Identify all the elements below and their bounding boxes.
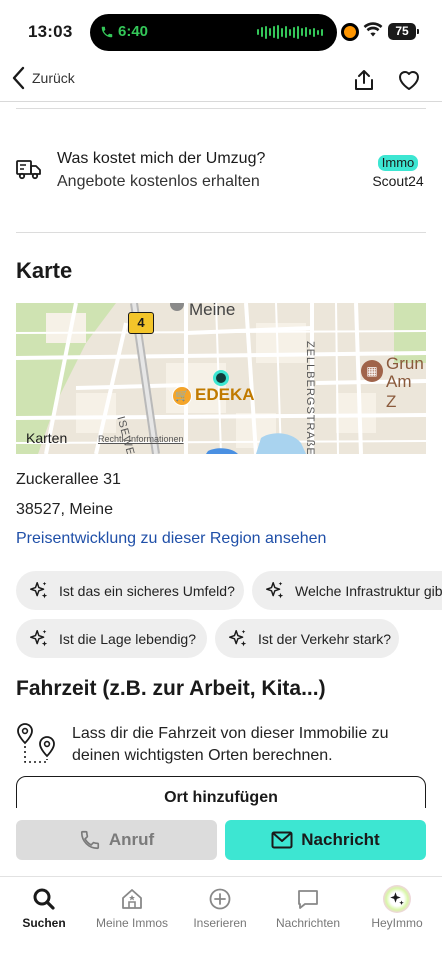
commute-heading: Fahrzeit (z.B. zur Arbeit, Kita...)	[16, 677, 326, 700]
sparkle-icon	[229, 629, 247, 646]
battery-icon: 75	[388, 23, 419, 40]
status-time: 13:03	[28, 22, 73, 41]
map-street-label-vertical: ZELLBERGSTRAßE	[304, 341, 316, 454]
tab-messages[interactable]: Nachrichten	[264, 885, 352, 930]
tab-search[interactable]: Suchen	[0, 885, 88, 930]
call-label: Anruf	[108, 830, 155, 849]
logo-bottom-text: Scout24	[372, 173, 424, 189]
address-street: Zuckerallee 31	[16, 471, 121, 488]
audio-wave-icon	[257, 25, 323, 39]
map-store-label: EDEKA	[195, 385, 255, 404]
commute-description: Lass dir die Fahrzeit von dieser Immobil…	[72, 725, 389, 764]
message-label: Nachricht	[301, 830, 380, 849]
moving-subtitle: Angebote kostenlos erhalten	[57, 173, 260, 190]
tab-inserieren[interactable]: Inserieren	[176, 885, 264, 930]
call-indicator: 6:40	[100, 23, 148, 40]
wifi-icon	[363, 22, 383, 37]
recording-indicator-icon	[341, 23, 359, 41]
back-label: Zurück	[32, 70, 75, 86]
house-icon	[122, 889, 142, 909]
map-town-label: Meine	[189, 303, 236, 319]
share-icon	[355, 70, 373, 90]
store-pin-icon: 🛒	[172, 386, 192, 406]
address-city: 38527, Meine	[16, 501, 113, 518]
tab-label: Nachrichten	[275, 916, 341, 930]
ai-question-chip[interactable]: Ist das ein sicheres Umfeld?	[16, 571, 244, 610]
divider	[16, 232, 426, 233]
map-poi-label-1: Grun	[386, 354, 424, 373]
chip-label: Ist das ein sicheres Umfeld?	[59, 582, 235, 599]
sparkle-icon	[383, 885, 411, 913]
immoscout-logo: Immo Scout24	[370, 154, 426, 190]
chip-label: Ist der Verkehr stark?	[258, 630, 392, 647]
sparkle-icon	[30, 581, 48, 598]
route-pins-icon	[17, 723, 55, 763]
status-bar: 13:03 6:40 75	[0, 0, 442, 64]
tab-label: Suchen	[22, 916, 66, 930]
map-view[interactable]: Meine 4 🛒 EDEKA ZELLBERGSTRAßE ISEWEG ▦ …	[16, 303, 426, 454]
moving-cost-promo[interactable]: Was kostet mich der Umzug? Angebote kost…	[16, 150, 426, 194]
phone-icon	[80, 830, 99, 850]
ai-question-chip[interactable]: Ist der Verkehr stark?	[215, 619, 399, 658]
bottom-tab-bar: Suchen Meine Immos Inserieren Nachrichte…	[0, 876, 442, 960]
price-development-link[interactable]: Preisentwicklung zu dieser Region ansehe…	[16, 530, 326, 548]
maps-attribution: Karten	[26, 430, 67, 446]
ai-question-chip[interactable]: Welche Infrastruktur gibt es?	[252, 571, 442, 610]
call-duration: 6:40	[118, 23, 149, 40]
property-location-pin[interactable]	[213, 370, 229, 386]
moving-title: Was kostet mich der Umzug?	[57, 150, 266, 167]
phone-icon	[101, 26, 113, 37]
tab-heyimmo[interactable]: HeyImmo	[352, 885, 442, 930]
envelope-icon	[271, 831, 293, 849]
sparkle-icon	[266, 581, 284, 598]
divider	[16, 108, 426, 109]
heart-icon	[399, 71, 419, 90]
tab-label: Inserieren	[193, 916, 247, 930]
moving-truck-icon	[16, 160, 41, 180]
poi-icon: ▦	[361, 360, 383, 382]
chip-label: Ist die Lage lebendig?	[59, 630, 196, 647]
call-button[interactable]: Anruf	[16, 820, 217, 860]
dynamic-island[interactable]: 6:40	[90, 14, 337, 51]
top-navigation: Zurück	[0, 64, 442, 102]
chip-label: Welche Infrastruktur gibt es?	[295, 582, 442, 599]
search-icon	[33, 888, 55, 910]
back-button[interactable]: Zurück	[12, 66, 75, 90]
tab-label: Meine Immos	[95, 916, 169, 930]
tab-my-immos[interactable]: Meine Immos	[88, 885, 176, 930]
favorite-button[interactable]	[395, 66, 423, 94]
chevron-left-icon	[12, 66, 25, 90]
legal-info-link[interactable]: Rechtl. Informationen	[98, 434, 184, 444]
map-heading: Karte	[16, 258, 73, 283]
message-button[interactable]: Nachricht	[225, 820, 426, 860]
logo-top-text: Immo	[377, 155, 419, 171]
ai-question-chip[interactable]: Ist die Lage lebendig?	[16, 619, 207, 658]
sparkle-icon	[30, 629, 48, 646]
maps-brand: Karten	[26, 430, 68, 446]
map-poi-label-2: Am Z	[386, 372, 412, 411]
plus-circle-icon	[209, 888, 231, 910]
tab-label: HeyImmo	[371, 916, 423, 930]
share-button[interactable]	[350, 66, 378, 94]
chat-icon	[298, 890, 318, 909]
contact-action-bar: Anruf Nachricht	[0, 808, 442, 876]
road-badge: 4	[128, 312, 154, 334]
